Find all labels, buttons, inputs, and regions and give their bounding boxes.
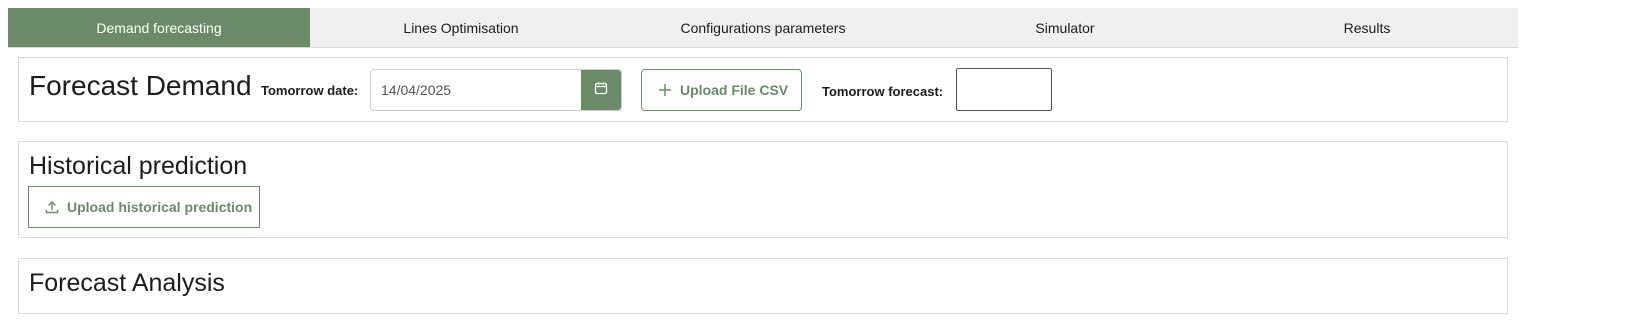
upload-historical-button[interactable]: Upload historical prediction (28, 186, 260, 228)
tomorrow-date-label: Tomorrow date: (261, 83, 359, 98)
main-tab-bar: Demand forecasting Lines Optimisation Co… (8, 8, 1518, 48)
tab-demand-forecasting[interactable]: Demand forecasting (8, 8, 310, 47)
plus-icon (658, 83, 672, 97)
forecast-analysis-title: Forecast Analysis (29, 269, 225, 297)
forecast-analysis-panel: Forecast Analysis (18, 258, 1508, 314)
historical-prediction-panel: Historical prediction Upload historical … (18, 141, 1508, 238)
tab-simulator[interactable]: Simulator (914, 8, 1216, 47)
tomorrow-date-input[interactable] (371, 70, 581, 110)
forecast-demand-title: Forecast Demand (29, 70, 252, 101)
upload-csv-button[interactable]: Upload File CSV (641, 69, 802, 111)
upload-historical-label: Upload historical prediction (67, 199, 253, 215)
historical-prediction-title: Historical prediction (29, 152, 248, 180)
tomorrow-forecast-field[interactable] (956, 68, 1052, 111)
tab-lines-optimisation[interactable]: Lines Optimisation (310, 8, 612, 47)
forecast-demand-panel: Forecast Demand Tomorrow date: Upload Fi… (18, 57, 1508, 122)
upload-csv-label: Upload File CSV (680, 82, 789, 98)
tomorrow-forecast-label: Tomorrow forecast: (822, 84, 944, 99)
date-picker (370, 69, 622, 111)
tab-configurations-parameters[interactable]: Configurations parameters (612, 8, 914, 47)
calendar-button[interactable] (581, 70, 621, 110)
calendar-icon (594, 81, 608, 100)
tab-results[interactable]: Results (1216, 8, 1518, 47)
upload-icon (45, 200, 59, 214)
